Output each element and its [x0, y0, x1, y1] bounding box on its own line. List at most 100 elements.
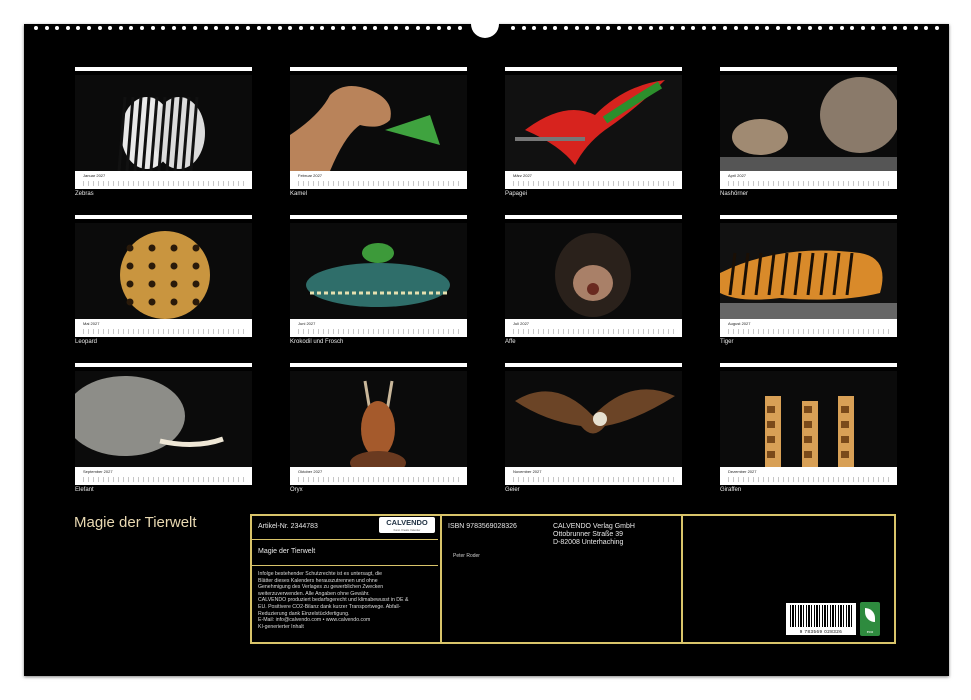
binding-hole [76, 26, 81, 30]
month-grid: Juni 2027 [290, 319, 467, 337]
binding-hole [426, 26, 431, 30]
month-label: August 2027 [728, 321, 751, 326]
day-cells [728, 477, 893, 482]
month-tile: Februar 2027 Kamel [290, 67, 467, 198]
month-grid: März 2027 [505, 171, 682, 189]
binding-hole [807, 26, 812, 30]
binding-hole [161, 26, 166, 30]
isbn-barcode: 9 783569 028326 [786, 603, 856, 635]
article-number: Artikel-Nr. 2344783 [258, 523, 318, 530]
giraffe-photo [720, 371, 897, 467]
binding-hole [776, 26, 780, 30]
tile-top-bar [290, 67, 467, 71]
tile-caption: Geier [505, 487, 520, 493]
publisher-line: D-82008 Unterhaching [553, 539, 624, 546]
binding-hole [680, 26, 685, 30]
binding-hole [405, 26, 409, 30]
binding-hole [871, 26, 876, 30]
tile-caption: Affe [505, 339, 516, 345]
binding-hole [935, 26, 939, 30]
month-label: Februar 2027 [298, 173, 323, 178]
binding-hole [436, 26, 441, 30]
parrot-photo [505, 75, 682, 171]
binding-hole [299, 26, 303, 30]
month-label: Dezember 2027 [728, 469, 757, 474]
day-cells [513, 329, 678, 334]
day-cells [83, 181, 248, 186]
crocodile-frog-photo [290, 223, 467, 319]
binding-hole [829, 26, 833, 30]
tile-top-bar [75, 363, 252, 367]
publisher-line: CALVENDO Verlag GmbH [553, 523, 635, 530]
tile-caption: Zebras [75, 191, 94, 197]
binding-hole [521, 26, 526, 30]
month-grid: September 2027 [75, 467, 252, 485]
day-cells [83, 477, 248, 482]
month-label: Mai 2027 [83, 321, 100, 326]
binding-hole [394, 26, 399, 30]
binding-hole [627, 26, 632, 30]
calvendo-logo: CALVENDO Kunst. Kreativ. Kalender [379, 517, 435, 533]
binding-hole [691, 26, 696, 30]
month-grid: April 2027 [720, 171, 897, 189]
tile-top-bar [290, 363, 467, 367]
month-label: März 2027 [513, 173, 532, 178]
binding-hole [383, 26, 388, 30]
legal-line: E-Mail: info@calvendo.com • www.calvendo… [258, 617, 371, 624]
binding-hole [511, 26, 515, 30]
zebra-photo [75, 75, 252, 171]
binding-hole [118, 26, 123, 30]
binding-hole [341, 26, 346, 30]
tile-top-bar [505, 67, 682, 71]
month-tile: Juni 2027 Krokodil und Frosch [290, 215, 467, 346]
month-tile: Dezember 2027 Giraffen [720, 363, 897, 494]
binding-hole [617, 26, 621, 30]
binding-hole [606, 26, 611, 30]
month-grid: Oktober 2027 [290, 467, 467, 485]
month-label: Januar 2027 [83, 173, 106, 178]
day-cells [728, 181, 893, 186]
chimpanzee-photo [505, 223, 682, 319]
tile-top-bar [290, 215, 467, 219]
binding-hole [362, 26, 367, 30]
binding-hole [87, 26, 91, 30]
legal-line: EU. Positivere CO2-Bilanz dank kurzer Tr… [258, 603, 401, 610]
tile-top-bar [505, 363, 682, 367]
binding-hole [309, 26, 314, 30]
binding-hole [648, 26, 653, 30]
binding-hole [553, 26, 558, 30]
binding-hole [320, 26, 325, 30]
publisher-address: CALVENDO Verlag GmbH Ottobrunner Straße 3… [553, 523, 635, 547]
binding-hole [733, 26, 738, 30]
month-label: November 2027 [513, 469, 542, 474]
binding-hole [140, 26, 144, 30]
day-cells [513, 477, 678, 482]
binding-hole [670, 26, 674, 30]
binding-hole [277, 26, 282, 30]
month-tile: November 2027 Geier [505, 363, 682, 494]
binding-hole [564, 26, 568, 30]
binding-hole [246, 26, 250, 30]
tile-caption: Krokodil und Frosch [290, 339, 344, 345]
tile-caption: Papagei [505, 191, 528, 197]
divider-1 [252, 539, 438, 540]
binding-hole [860, 26, 865, 30]
day-cells [513, 181, 678, 186]
binding-hole [288, 26, 293, 30]
antelope-photo [290, 371, 467, 467]
month-grid: Mai 2027 [75, 319, 252, 337]
binding-hole [595, 26, 600, 30]
camel-photo [290, 75, 467, 171]
month-tile: September 2027 Elefant [75, 363, 252, 494]
binding-hole [638, 26, 643, 30]
tile-caption: Tiger [720, 339, 734, 345]
month-label: Juni 2027 [298, 321, 316, 326]
binding-hole [574, 26, 579, 30]
binding-hole [532, 26, 537, 30]
eco-leaf-icon: eco [860, 602, 880, 636]
month-tile: Mai 2027 Leopard [75, 215, 252, 346]
month-tile: März 2027 Papagei [505, 67, 682, 198]
tile-caption: Kamel [290, 191, 308, 197]
binding-hole [903, 26, 908, 30]
binding-hole [235, 26, 240, 30]
